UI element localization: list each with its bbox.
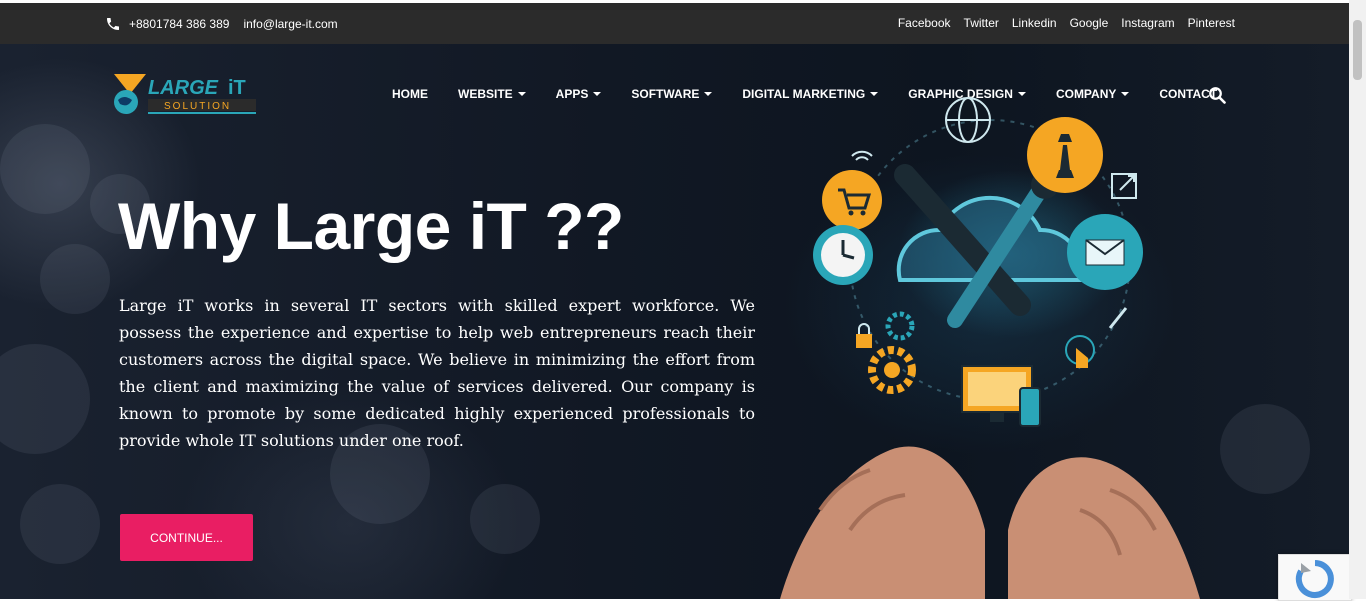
logo-word-it: iT [228, 77, 246, 99]
hero-description: Large iT works in several IT sectors wit… [119, 296, 755, 450]
social-link-facebook[interactable]: Facebook [898, 16, 951, 30]
continue-button[interactable]: CONTINUE... [120, 514, 253, 561]
top-bar: +8801784 386 389 info@large-it.com Faceb… [0, 3, 1349, 44]
logo-word-large: LARGE [148, 77, 219, 99]
bokeh-decoration [40, 244, 110, 314]
nav-apps-label: APPS [555, 87, 589, 101]
social-link-linkedin[interactable]: Linkedin [1012, 16, 1057, 30]
bokeh-decoration [20, 484, 100, 564]
chess-icon [1027, 117, 1103, 193]
nav-home[interactable]: HOME [392, 87, 428, 101]
recaptcha-badge[interactable] [1278, 554, 1352, 601]
nav-apps[interactable]: APPS [556, 87, 602, 101]
bokeh-decoration [1220, 404, 1310, 494]
nav-home-label: HOME [392, 87, 428, 101]
logo-tagline: SOLUTION [164, 101, 231, 112]
social-link-google[interactable]: Google [1070, 16, 1109, 30]
lock-icon [856, 323, 872, 348]
social-link-instagram[interactable]: Instagram [1121, 16, 1174, 30]
touch-icon [1065, 335, 1095, 368]
gear-icon [868, 311, 916, 394]
pencil-icon [1108, 307, 1128, 329]
social-link-pinterest[interactable]: Pinterest [1188, 16, 1235, 30]
social-link-twitter[interactable]: Twitter [964, 16, 999, 30]
phone-icon [105, 16, 121, 32]
cart-icon [822, 170, 882, 230]
caret-down-icon [704, 92, 713, 96]
nav-software-label: SOFTWARE [631, 87, 700, 101]
large-it-logo[interactable]: LARGE iT SOLUTION [112, 72, 257, 116]
bokeh-decoration [0, 344, 90, 454]
nav-website[interactable]: WEBSITE [458, 87, 526, 101]
email-address[interactable]: info@large-it.com [243, 17, 337, 31]
mail-icon [1067, 214, 1143, 290]
nav-website-label: WEBSITE [458, 87, 513, 101]
open-hands-image [780, 446, 1200, 599]
phone-number: +8801784 386 389 [129, 17, 230, 31]
monitor-icon [961, 365, 1041, 427]
bokeh-decoration [470, 484, 540, 554]
nav-software[interactable]: SOFTWARE [631, 87, 713, 101]
page-scrollbar[interactable] [1349, 0, 1366, 599]
contact-info: +8801784 386 389 info@large-it.com [105, 16, 338, 32]
caret-down-icon [593, 92, 602, 96]
scrollbar-thumb[interactable] [1353, 20, 1362, 80]
hero-headline: Why Large iT ?? [118, 189, 624, 263]
social-links: Facebook Twitter Linkedin Google Instagr… [898, 16, 1235, 30]
wifi-icon [851, 150, 873, 161]
bokeh-decoration [0, 124, 90, 214]
globe-icon [945, 97, 991, 143]
recaptcha-icon [1295, 560, 1334, 598]
caret-down-icon [517, 92, 526, 96]
it-services-illustration [780, 97, 1200, 599]
clock-icon [813, 225, 873, 285]
share-icon [1111, 173, 1137, 199]
